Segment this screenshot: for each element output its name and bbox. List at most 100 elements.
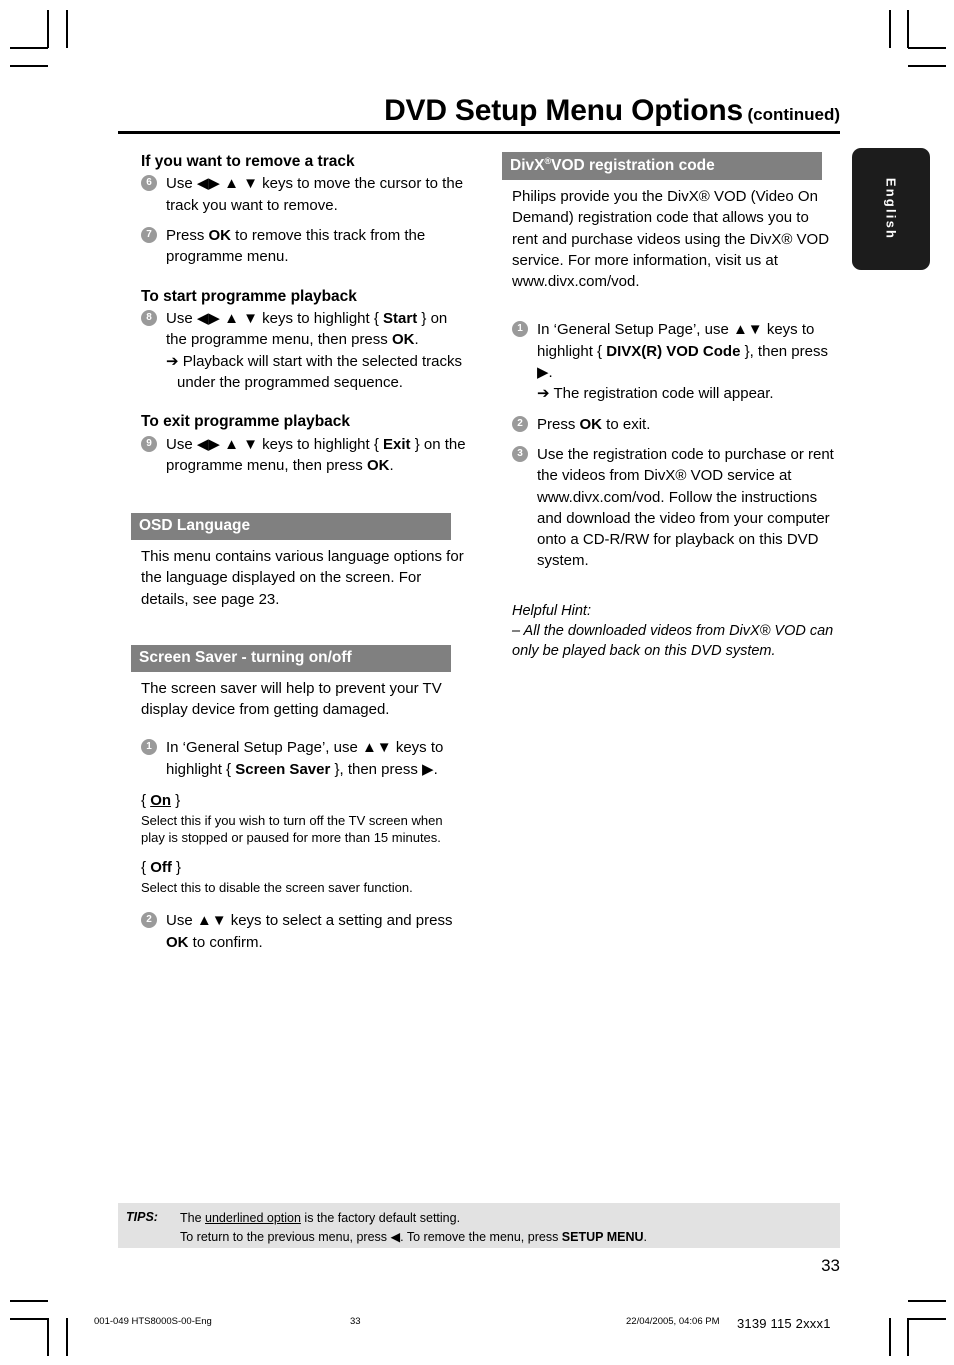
tips-lines: The underlined option is the factory def… <box>180 1209 647 1248</box>
step-text: Use ◀▶ ▲ ▼ keys to move the cursor to th… <box>166 175 464 214</box>
crop-mark-bottom-left-bleed <box>10 1300 48 1302</box>
subheading-remove-track: If you want to remove a track <box>141 153 355 170</box>
tips-line-1: The underlined option is the factory def… <box>180 1209 647 1228</box>
crop-mark-top-right-horizontal <box>908 47 946 49</box>
crop-mark-bottom-right-bleed <box>908 1300 946 1302</box>
key-label-ok: OK <box>391 331 415 349</box>
key-label-ok: OK <box>166 933 189 951</box>
step-text-post: . <box>389 456 394 474</box>
crop-mark-bottom-left-vertical <box>47 1318 49 1356</box>
section-heading-osd-language: OSD Language <box>131 513 451 540</box>
key-label-setup-menu: SETUP MENU <box>561 1230 644 1245</box>
key-label-ok: OK <box>366 456 390 474</box>
crop-mark-top-left-vertical <box>47 10 49 48</box>
option-label-off: { Off } <box>141 857 466 878</box>
step-text-pre: Press <box>537 415 580 433</box>
page-title: DVD Setup Menu Options (continued) <box>118 96 840 126</box>
subheading-start-playback: To start programme playback <box>141 287 357 305</box>
step-item: 2 Use ▲▼ keys to select a setting and pr… <box>141 910 466 953</box>
menu-option-exit: Exit <box>383 435 411 453</box>
step-number-badge: 6 <box>141 175 157 192</box>
step-number-badge: 8 <box>141 309 157 326</box>
crop-mark-bottom-right-horizontal <box>908 1318 946 1320</box>
crop-mark-top-right-bleed <box>908 65 946 67</box>
tips-label: TIPS: <box>126 1210 158 1224</box>
print-footer-doc-code: 3139 115 2xxx1 <box>737 1316 831 1331</box>
step-number-badge: 2 <box>141 912 157 929</box>
crop-mark-top-right-vertical <box>907 10 909 48</box>
step-item: 3 Use the registration code to purchase … <box>512 444 837 572</box>
section-heading-divx-pre: DivX <box>510 157 545 175</box>
step-text-post: }, then press ▶. <box>330 760 438 778</box>
brace-close: } <box>171 791 181 809</box>
step-item: 9 Use ◀▶ ▲ ▼ keys to highlight { Exit } … <box>141 434 466 477</box>
helpful-hint-title: Helpful Hint: <box>512 602 591 619</box>
tips-bar: TIPS: The underlined option is the facto… <box>118 1203 840 1248</box>
crop-mark-top-left-horizontal <box>10 47 48 49</box>
step-number-badge: 9 <box>141 435 157 452</box>
step-number-badge: 2 <box>512 415 528 432</box>
step-item: 1 In ‘General Setup Page’, use ▲▼ keys t… <box>141 737 466 780</box>
page-number: 33 <box>821 1256 840 1275</box>
option-value-on: On <box>150 791 172 809</box>
brace-open: { <box>141 858 151 876</box>
option-description-off: Select this to disable the screen saver … <box>141 879 413 895</box>
menu-option-screen-saver: Screen Saver <box>235 760 331 778</box>
step-text-post: to exit. <box>602 415 651 433</box>
page-title-main: DVD Setup Menu Options <box>384 94 743 127</box>
option-value-off: Off <box>150 858 172 876</box>
crop-mark-top-right-tick <box>889 10 891 48</box>
crop-mark-bottom-left-tick <box>66 1318 68 1356</box>
brace-close: } <box>171 858 182 876</box>
left-column: If you want to remove a track 6 Use ◀▶ ▲… <box>131 152 466 962</box>
brace-open: { <box>141 791 151 809</box>
right-column: DivX®VOD registration code Philips provi… <box>502 152 837 662</box>
step-result-line: ➔ Playback will start with the selected … <box>166 352 463 391</box>
key-label-ok: OK <box>208 226 232 244</box>
step-text: Use the registration code to purchase or… <box>537 445 834 570</box>
menu-option-start: Start <box>383 309 418 327</box>
print-footer-timestamp: 22/04/2005, 04:06 PM <box>626 1316 720 1327</box>
tips-line1-pre: The <box>180 1211 206 1225</box>
section-heading-screen-saver: Screen Saver - turning on/off <box>131 644 451 672</box>
print-footer-page: 33 <box>350 1316 361 1327</box>
language-tab-label: English <box>883 177 899 241</box>
step-text-pre: Use ◀▶ ▲ ▼ keys to highlight { <box>166 309 384 327</box>
page-title-continued: (continued) <box>747 105 840 124</box>
step-number-badge: 1 <box>512 321 528 338</box>
step-text-pre: Press <box>166 226 209 244</box>
divx-vod-body: Philips provide you the DivX® VOD (Video… <box>512 187 830 291</box>
key-label-ok: OK <box>579 415 603 433</box>
step-item: 7 Press OK to remove this track from the… <box>141 225 466 268</box>
step-number-badge: 3 <box>512 445 528 462</box>
tips-line2-pre: To return to the previous menu, press ◀.… <box>180 1230 562 1245</box>
step-number-badge: 7 <box>141 226 157 243</box>
section-heading-divx-vod: DivX®VOD registration code <box>502 152 822 180</box>
helpful-hint-body: – All the downloaded videos from DivX® V… <box>512 623 834 660</box>
step-result-line: ➔ The registration code will appear. <box>537 385 774 403</box>
step-text-pre: Use ◀▶ ▲ ▼ keys to highlight { <box>166 435 384 453</box>
osd-language-body: This menu contains various language opti… <box>141 547 464 608</box>
tips-line2-post: . <box>643 1230 648 1245</box>
step-item: 1 In ‘General Setup Page’, use ▲▼ keys t… <box>512 319 837 404</box>
step-item: 8 Use ◀▶ ▲ ▼ keys to highlight { Start }… <box>141 308 466 393</box>
step-text-pre: Use ▲▼ keys to select a setting and pres… <box>166 912 453 930</box>
crop-mark-bottom-right-vertical <box>907 1318 909 1356</box>
crop-mark-bottom-left-horizontal <box>10 1318 48 1320</box>
tips-line1-post: is the factory default setting. <box>300 1211 461 1225</box>
subheading-exit-playback: To exit programme playback <box>141 413 351 431</box>
menu-option-divx-vod-code: DIVX(R) VOD Code <box>606 342 741 360</box>
step-number-badge: 1 <box>141 739 157 756</box>
crop-mark-top-left-tick <box>66 10 68 48</box>
section-heading-divx-post: VOD registration code <box>551 157 715 175</box>
tips-underlined-option: underlined option <box>205 1211 301 1225</box>
tips-line-2: To return to the previous menu, press ◀.… <box>180 1228 647 1247</box>
screen-saver-body: The screen saver will help to prevent yo… <box>141 679 442 718</box>
crop-mark-top-left-bleed <box>10 65 48 67</box>
step-text-post: to confirm. <box>188 933 263 951</box>
option-label-on: { On } <box>141 790 466 811</box>
language-tab: English <box>852 148 930 270</box>
step-item: 2 Press OK to exit. <box>512 414 837 435</box>
step-text-post: . <box>414 331 419 349</box>
step-item: 6 Use ◀▶ ▲ ▼ keys to move the cursor to … <box>141 173 466 216</box>
